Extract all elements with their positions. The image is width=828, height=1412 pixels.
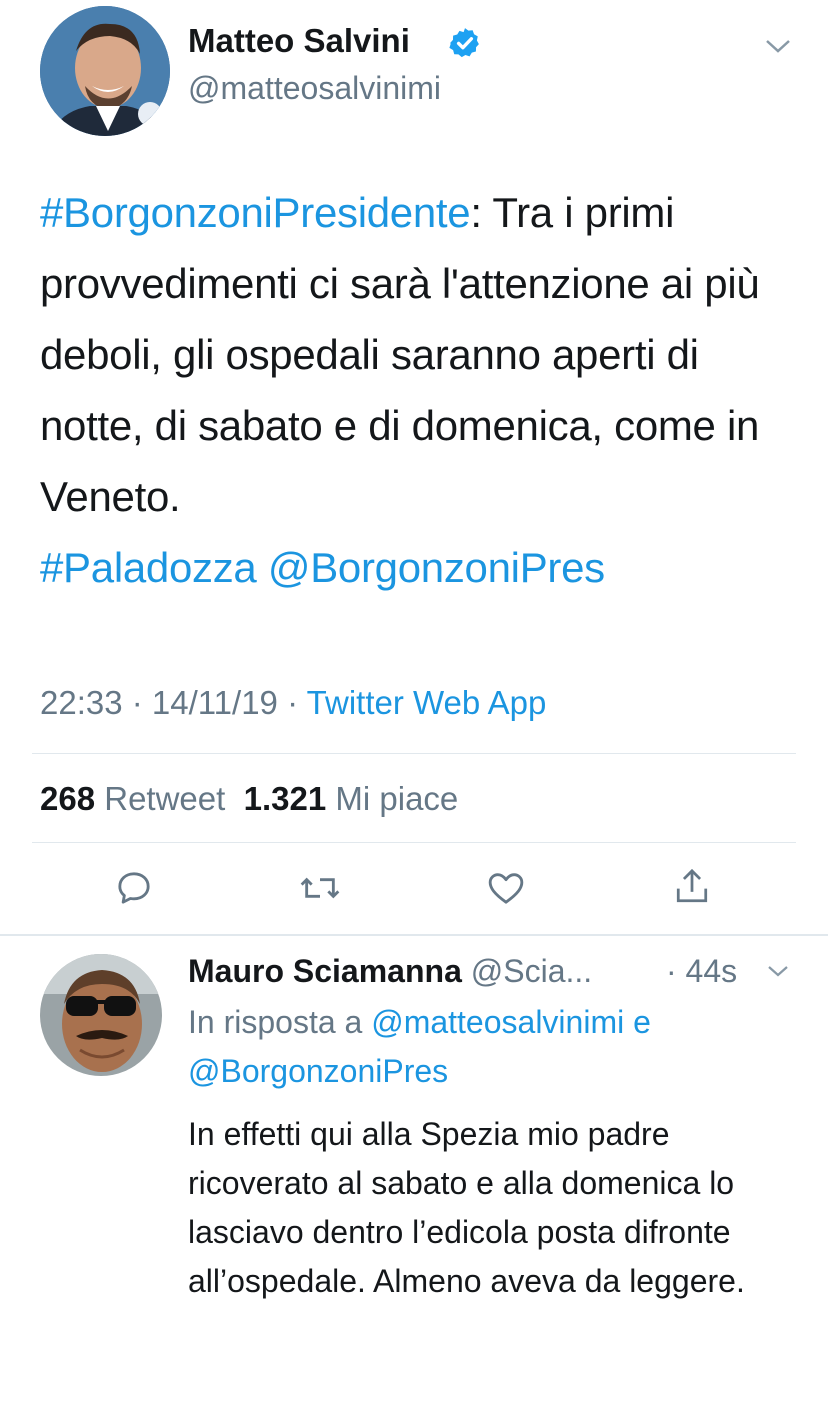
like-icon[interactable] (484, 866, 528, 910)
mention-link[interactable]: @matteosalvinimi (371, 1004, 624, 1040)
author-avatar[interactable] (40, 6, 170, 136)
chevron-down-icon[interactable] (764, 36, 792, 56)
in-reply-prefix: In risposta a (188, 1004, 372, 1040)
hashtag-link[interactable]: #BorgonzoniPresidente (40, 189, 471, 236)
reply-author-avatar[interactable] (40, 954, 162, 1076)
divider (32, 753, 796, 754)
tweet-stats: 268 Retweet 1.321 Mi piace (40, 780, 458, 818)
tweet-meta: 22:33 · 14/11/19 · Twitter Web App (40, 684, 546, 722)
verified-badge-icon (448, 26, 482, 60)
reply-icon[interactable] (112, 866, 156, 910)
tweet-timestamp[interactable]: 22:33 · 14/11/19 · (40, 684, 307, 721)
reply-time[interactable]: · 44s (666, 953, 737, 990)
retweet-icon[interactable] (296, 866, 344, 910)
retweet-stat[interactable]: 268 Retweet (40, 780, 225, 817)
tweet-body: : Tra i primi provvedimenti ci sarà l'at… (40, 189, 760, 520)
retweet-count: 268 (40, 780, 96, 817)
mention-link[interactable]: @BorgonzoniPres (188, 1053, 448, 1089)
tweet-text: #BorgonzoniPresidente: Tra i primi provv… (40, 177, 800, 603)
tweet-source[interactable]: Twitter Web App (307, 684, 547, 721)
in-reply-and: e (624, 1004, 651, 1040)
section-divider (0, 934, 828, 936)
mention-link[interactable]: @BorgonzoniPres (268, 544, 605, 591)
reply-author-handle[interactable]: @Scia... (471, 953, 592, 989)
author-handle[interactable]: @matteosalvinimi (188, 70, 441, 107)
reply-chevron-down-icon[interactable] (766, 962, 790, 980)
share-icon[interactable] (670, 864, 714, 910)
in-reply-to: In risposta a @matteosalvinimi e @Borgon… (188, 998, 788, 1096)
reply-author-name[interactable]: Mauro Sciamanna (188, 953, 462, 989)
like-label: Mi piace (335, 780, 459, 817)
reply-header: Mauro Sciamanna @Scia... (188, 953, 592, 990)
reply-text: In effetti qui alla Spezia mio padre ric… (188, 1116, 745, 1299)
retweet-label: Retweet (104, 780, 226, 817)
like-stat[interactable]: 1.321 Mi piace (244, 780, 459, 817)
author-name[interactable]: Matteo Salvini (188, 22, 410, 60)
divider (32, 842, 796, 843)
hashtag-link[interactable]: #Paladozza (40, 544, 257, 591)
like-count: 1.321 (243, 780, 327, 817)
